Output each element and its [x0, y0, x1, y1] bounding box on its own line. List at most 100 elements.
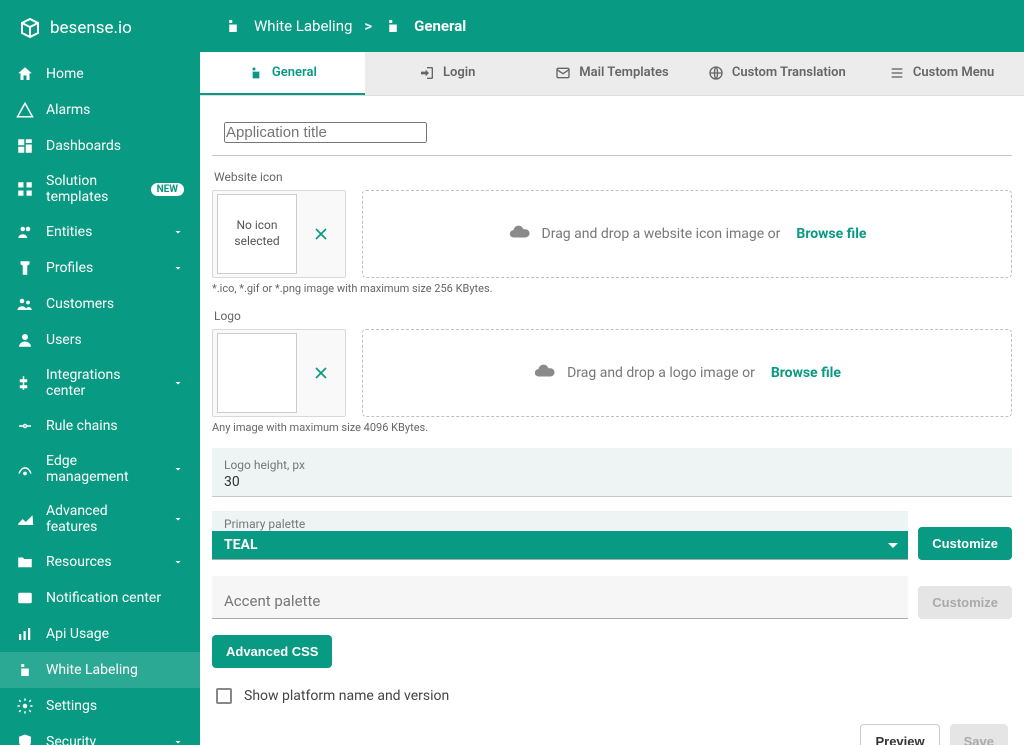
palette-icon [224, 17, 242, 35]
breadcrumb-root[interactable]: White Labeling [254, 17, 352, 35]
accent-palette-placeholder: Accent palette [224, 592, 320, 610]
sidebar-item-customers[interactable]: Customers [0, 286, 200, 322]
preview-button[interactable]: Preview [860, 724, 939, 745]
primary-palette-select[interactable]: TEAL [212, 531, 908, 559]
alarm-icon [16, 101, 34, 119]
sidebar-item-resources[interactable]: Resources [0, 544, 200, 580]
icon-hint: *.ico, *.gif or *.png image with maximum… [212, 282, 1012, 295]
brand-logo[interactable]: besense.io [0, 0, 200, 56]
globe-icon [708, 65, 724, 81]
sidebar-item-label: Integrations center [46, 367, 160, 399]
sidebar-item-settings[interactable]: Settings [0, 688, 200, 724]
tab-bar: General Login Mail Templates Custom Tran… [200, 52, 1024, 96]
tab-general[interactable]: General [200, 52, 365, 95]
checkbox-icon[interactable] [216, 688, 232, 704]
integrations-icon [16, 374, 34, 392]
show-platform-checkbox-row[interactable]: Show platform name and version [216, 688, 1008, 704]
sidebar: besense.io Home Alarms Dashboards Soluti… [0, 0, 200, 745]
sidebar-item-label: Notification center [46, 590, 184, 606]
profiles-icon [16, 259, 34, 277]
logo-drop-zone[interactable]: Drag and drop a logo image or Browse fil… [362, 329, 1012, 417]
logo-preview [217, 333, 297, 413]
sidebar-item-solution-templates[interactable]: Solution templates NEW [0, 164, 200, 214]
breadcrumb-current: General [414, 17, 466, 35]
shield-icon [16, 733, 34, 745]
browse-file-link[interactable]: Browse file [796, 226, 866, 242]
sidebar-item-security[interactable]: Security [0, 724, 200, 745]
sidebar-item-label: Rule chains [46, 418, 184, 434]
chevron-down-icon [172, 377, 184, 389]
sidebar-item-api-usage[interactable]: Api Usage [0, 616, 200, 652]
sidebar-item-label: Alarms [46, 102, 184, 118]
customize-accent-button: Customize [918, 586, 1012, 619]
cloud-upload-icon [533, 360, 555, 386]
drop-text: Drag and drop a website icon image or [542, 226, 781, 242]
remove-icon-button[interactable] [301, 224, 341, 244]
folder-icon [16, 553, 34, 571]
sidebar-item-label: Advanced features [46, 503, 160, 535]
tab-label: Custom Translation [732, 65, 846, 80]
sidebar-item-label: Profiles [46, 260, 160, 276]
browse-file-link[interactable]: Browse file [771, 365, 841, 381]
sidebar-item-users[interactable]: Users [0, 322, 200, 358]
edge-icon [16, 460, 34, 478]
show-platform-label: Show platform name and version [244, 688, 449, 704]
entities-icon [16, 223, 34, 241]
primary-palette-label: Primary palette [212, 511, 908, 531]
logo-height-field-wrap[interactable]: Logo height, px 30 [212, 448, 1012, 497]
website-icon-label: Website icon [214, 170, 1012, 184]
customize-primary-button[interactable]: Customize [918, 527, 1012, 560]
sidebar-item-profiles[interactable]: Profiles [0, 250, 200, 286]
sidebar-item-label: Api Usage [46, 626, 184, 642]
sidebar-item-alarms[interactable]: Alarms [0, 92, 200, 128]
remove-logo-button[interactable] [301, 363, 341, 383]
chevron-down-icon [172, 513, 184, 525]
sidebar-item-dashboards[interactable]: Dashboards [0, 128, 200, 164]
templates-icon [16, 180, 34, 198]
sidebar-item-white-labeling[interactable]: White Labeling [0, 652, 200, 688]
sidebar-item-label: Solution templates [46, 173, 139, 205]
application-title-field[interactable] [224, 122, 427, 143]
tab-label: Login [443, 65, 475, 80]
gear-icon [16, 697, 34, 715]
sidebar-item-edge[interactable]: Edge management [0, 444, 200, 494]
users-icon [16, 331, 34, 349]
advanced-css-button[interactable]: Advanced CSS [212, 635, 332, 668]
chevron-down-icon [172, 226, 184, 238]
sidebar-item-label: White Labeling [46, 662, 184, 678]
logo-label: Logo [214, 309, 1012, 323]
advanced-icon [16, 510, 34, 528]
tab-mail-templates[interactable]: Mail Templates [530, 52, 695, 95]
tab-custom-menu[interactable]: Custom Menu [859, 52, 1024, 95]
sidebar-item-advanced[interactable]: Advanced features [0, 494, 200, 544]
customers-icon [16, 295, 34, 313]
rules-icon [16, 417, 34, 435]
logo-height-value[interactable]: 30 [224, 474, 1000, 490]
login-icon [419, 65, 435, 81]
tab-login[interactable]: Login [365, 52, 530, 95]
icon-drop-zone[interactable]: Drag and drop a website icon image or Br… [362, 190, 1012, 278]
logo-hint: Any image with maximum size 4096 KBytes. [212, 421, 1012, 434]
application-title-input[interactable] [212, 110, 1012, 156]
sidebar-item-integrations[interactable]: Integrations center [0, 358, 200, 408]
accent-palette-field: Accent palette [212, 576, 908, 619]
sidebar-item-home[interactable]: Home [0, 56, 200, 92]
tab-label: Mail Templates [579, 65, 668, 80]
palette-icon [16, 661, 34, 679]
sidebar-item-rule-chains[interactable]: Rule chains [0, 408, 200, 444]
primary-palette-value: TEAL [224, 537, 258, 553]
accent-palette-select[interactable]: Accent palette [212, 576, 908, 618]
brand-name: besense.io [50, 18, 132, 38]
tab-label: General [272, 65, 317, 80]
sidebar-item-entities[interactable]: Entities [0, 214, 200, 250]
sidebar-item-notifications[interactable]: Notification center [0, 580, 200, 616]
sidebar-item-label: Edge management [46, 453, 160, 485]
tab-custom-translation[interactable]: Custom Translation [694, 52, 859, 95]
close-icon [311, 224, 331, 244]
breadcrumb-separator: > [364, 17, 372, 35]
palette-icon [384, 17, 402, 35]
cloud-upload-icon [508, 221, 530, 247]
icon-preview: No icon selected [217, 194, 297, 274]
tab-label: Custom Menu [913, 65, 994, 80]
sidebar-item-label: Settings [46, 698, 184, 714]
